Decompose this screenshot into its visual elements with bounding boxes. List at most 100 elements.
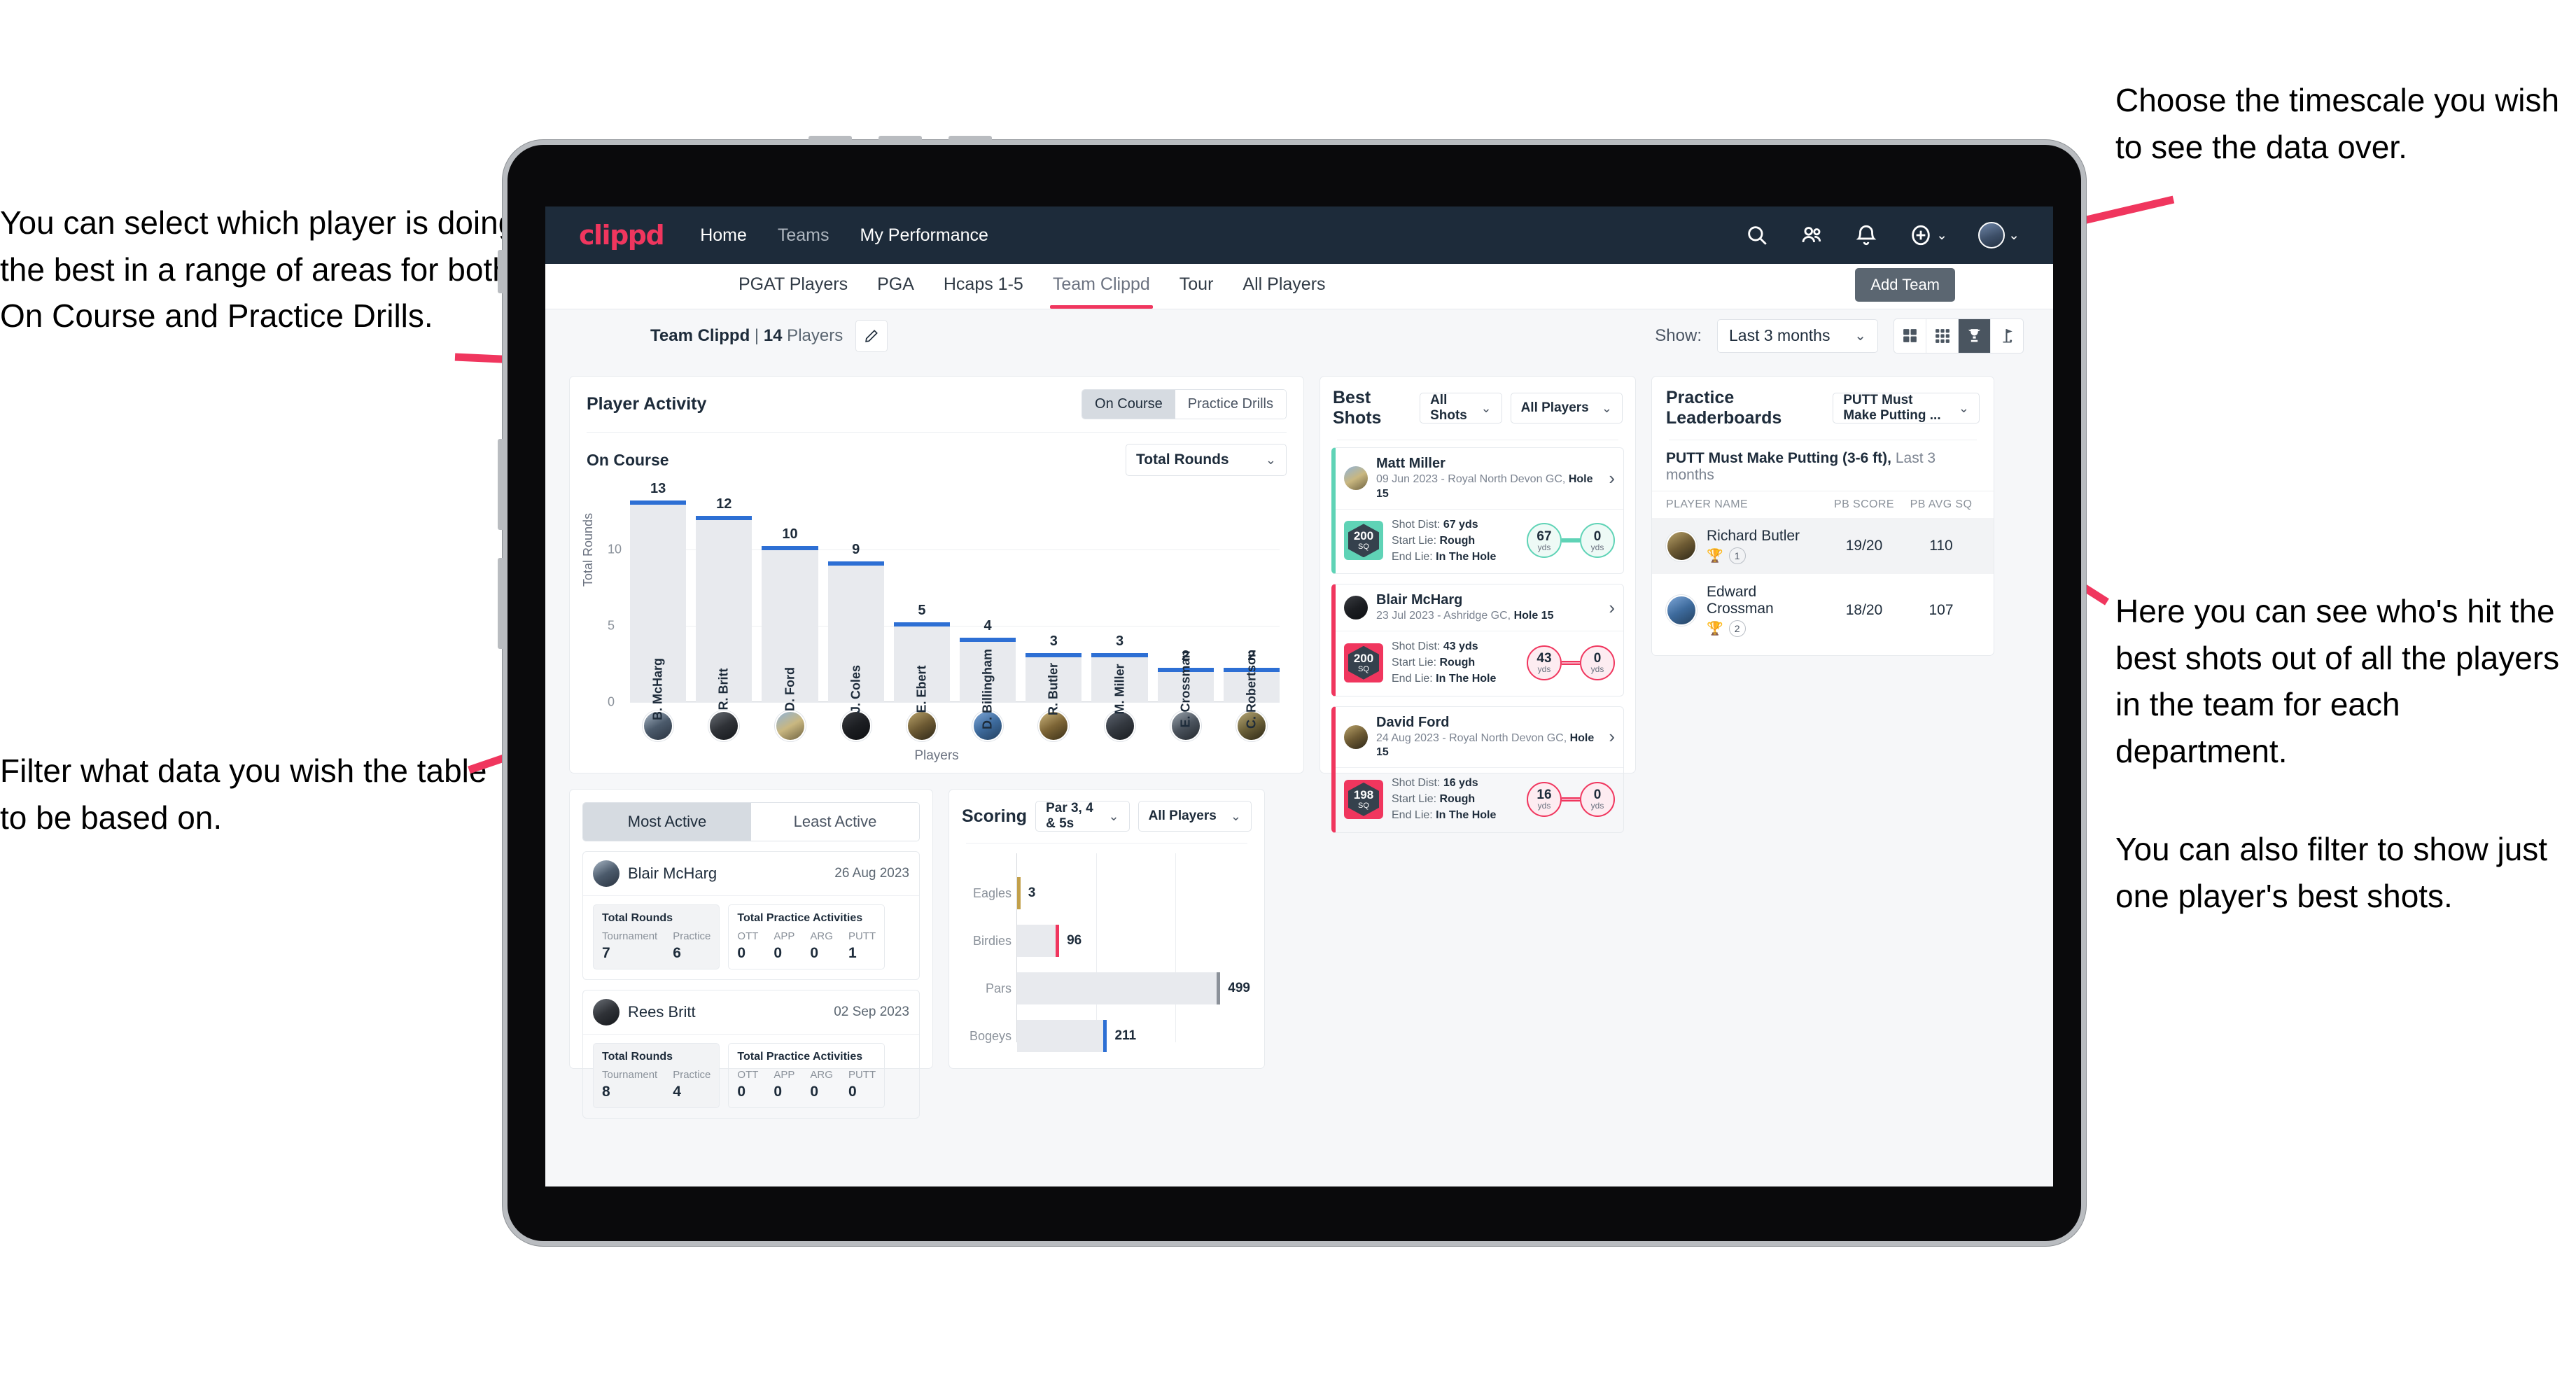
- end-distance: 0 yds: [1580, 645, 1615, 680]
- rounds-columns: Tournament 7 Practice 6: [602, 930, 710, 962]
- y-axis-tick: 0: [608, 694, 615, 709]
- avatar[interactable]: [708, 710, 740, 741]
- player-activity-chart: Total Rounds 0 5 10 13 B. McHarg 12 R. Britt 10…: [570, 481, 1303, 763]
- start-distance: 67 yds: [1527, 523, 1562, 559]
- table-row[interactable]: Richard Butler 🏆 1 19/20 110: [1652, 518, 1994, 574]
- bar-column[interactable]: 2 C. Robertson: [1223, 489, 1280, 729]
- rounds-columns: Tournament 8 Practice 4: [602, 1069, 710, 1100]
- avatar[interactable]: [906, 710, 937, 741]
- chevron-down-icon: ⌄: [1480, 400, 1492, 415]
- grid-3x3-icon[interactable]: [1926, 318, 1959, 353]
- practice-activities-box: Total Practice Activities OTT 0 APP 0 ARG 0 PUT…: [728, 1043, 886, 1108]
- chevron-down-icon: ⌄: [1230, 808, 1241, 823]
- tab-pgat-players[interactable]: PGAT Players: [738, 274, 848, 299]
- scoring-header: Scoring Par 3, 4 & 5s ⌄ All Players ⌄: [949, 790, 1264, 843]
- flag-icon[interactable]: [1991, 319, 2023, 353]
- scoring-card: Scoring Par 3, 4 & 5s ⌄ All Players ⌄ Ea…: [948, 789, 1265, 1069]
- par-select[interactable]: Par 3, 4 & 5s ⌄: [1035, 801, 1130, 832]
- plus-circle-icon[interactable]: [1909, 223, 1933, 247]
- chevron-down-icon[interactable]: ⌄: [1936, 227, 1947, 244]
- team-name: Team Clippd: [650, 326, 750, 345]
- bar-column[interactable]: 10 D. Ford: [762, 489, 818, 711]
- period-select[interactable]: Last 3 months ⌄: [1717, 318, 1878, 353]
- nav-link-teams[interactable]: Teams: [778, 225, 830, 246]
- trophy-icon[interactable]: [1959, 318, 1991, 353]
- avatar: [1666, 595, 1697, 626]
- activity-segment-toggle: On Course Practice Drills: [1082, 389, 1287, 419]
- chevron-right-icon[interactable]: ›: [1609, 597, 1615, 619]
- metric-select[interactable]: Total Rounds ⌄: [1126, 444, 1287, 476]
- subbar-right: Show: Last 3 months ⌄: [1655, 318, 2024, 354]
- segment-practice-drills[interactable]: Practice Drills: [1175, 390, 1286, 419]
- start-distance: 43 yds: [1527, 645, 1562, 680]
- scoring-value: 96: [1067, 933, 1082, 948]
- tab-all-players[interactable]: All Players: [1242, 274, 1325, 299]
- nav-link-my-performance[interactable]: My Performance: [860, 225, 988, 246]
- avatar-cell: [1091, 710, 1147, 741]
- bar-column[interactable]: 2 E. Crossman: [1157, 489, 1214, 728]
- best-shot-card[interactable]: Matt Miller 09 Jun 2023 - Royal North Dev…: [1331, 447, 1624, 575]
- scoring-bar: [1017, 925, 1060, 957]
- bar-column[interactable]: 4 D. Billingham: [960, 489, 1016, 729]
- nav-link-home[interactable]: Home: [700, 225, 747, 246]
- search-icon[interactable]: [1745, 223, 1769, 247]
- bar-column[interactable]: 5 E. Ebert: [893, 489, 951, 713]
- nav-right-actions: ⌄ ⌄: [1745, 222, 2019, 248]
- bar-column[interactable]: 12 R. Britt: [696, 489, 752, 710]
- best-shots-player-select[interactable]: All Players ⌄: [1510, 393, 1623, 424]
- start-distance-value: 16: [1536, 788, 1552, 803]
- bar-column[interactable]: 3 R. Butler: [1026, 489, 1082, 715]
- tab-hcaps-1-5[interactable]: Hcaps 1-5: [944, 274, 1023, 299]
- shot-type-select[interactable]: All Shots ⌄: [1420, 393, 1502, 424]
- practice-column-value: 0: [810, 945, 819, 961]
- best-shots-header: Best Shots All Shots ⌄ All Players ⌄: [1320, 377, 1635, 440]
- tab-least-active[interactable]: Least Active: [751, 803, 919, 841]
- people-icon[interactable]: [1800, 223, 1823, 247]
- best-shot-header: Matt Miller 09 Jun 2023 - Royal North Dev…: [1336, 448, 1623, 509]
- chevron-right-icon[interactable]: ›: [1609, 468, 1615, 489]
- activity-date: 02 Sep 2023: [834, 1004, 909, 1019]
- scoring-bar: [1017, 972, 1221, 1004]
- clippd-logo[interactable]: clippd: [579, 220, 665, 251]
- avatar[interactable]: [774, 710, 806, 741]
- activity-player-card[interactable]: Blair McHarg 26 Aug 2023 Total Rounds Tourn…: [582, 851, 920, 980]
- tablet-button: [878, 136, 922, 144]
- tab-pga[interactable]: PGA: [877, 274, 914, 299]
- practice-column-value: 1: [848, 945, 857, 961]
- practice-column-value: 0: [737, 1084, 746, 1100]
- main-nav-links: Home Teams My Performance: [700, 225, 988, 246]
- bar-column[interactable]: 3 M. Miller: [1091, 489, 1148, 715]
- scoring-title: Scoring: [962, 806, 1028, 826]
- view-mode-toggle: [1893, 318, 2024, 354]
- activity-player-card[interactable]: Rees Britt 02 Sep 2023 Total Rounds Tournam…: [582, 990, 920, 1119]
- scoring-row: Pars 499: [986, 972, 1250, 1004]
- y-axis-label: Total Rounds: [581, 512, 595, 587]
- scoring-value: 3: [1028, 886, 1036, 900]
- drill-select[interactable]: PUTT Must Make Putting ... ⌄: [1833, 393, 1980, 424]
- avatar[interactable]: [840, 710, 872, 741]
- best-shot-player-name: David Ford: [1376, 714, 1450, 730]
- bar-column[interactable]: 13 B. McHarg: [630, 481, 687, 720]
- avatar[interactable]: [1104, 710, 1135, 741]
- avatar[interactable]: [1978, 222, 2005, 248]
- chevron-right-icon[interactable]: ›: [1609, 726, 1615, 748]
- tab-team-clippd[interactable]: Team Clippd: [1049, 274, 1153, 309]
- best-shot-card[interactable]: David Ford 24 Aug 2023 - Royal North Devo…: [1331, 706, 1624, 833]
- rounds-column-label: Practice: [673, 930, 711, 942]
- bell-icon[interactable]: [1854, 223, 1878, 247]
- grid-2x2-icon[interactable]: [1894, 318, 1926, 353]
- rank-row: 🏆 2: [1707, 620, 1826, 637]
- bar: C. Robertson: [1223, 650, 1280, 729]
- rounds-column: Tournament 8: [602, 1069, 657, 1100]
- chevron-down-icon: ⌄: [1854, 328, 1866, 344]
- best-shot-card[interactable]: Blair McHarg 23 Jul 2023 - Ashridge GC, H…: [1331, 584, 1624, 696]
- chevron-down-icon[interactable]: ⌄: [2008, 227, 2019, 244]
- bar-column[interactable]: 9 J. Coles: [827, 489, 885, 713]
- tab-most-active[interactable]: Most Active: [583, 803, 751, 841]
- scoring-player-select[interactable]: All Players ⌄: [1138, 801, 1252, 832]
- tab-tour[interactable]: Tour: [1180, 274, 1214, 299]
- scoring-row: Birdies 96: [973, 925, 1250, 957]
- segment-on-course[interactable]: On Course: [1082, 390, 1175, 419]
- table-row[interactable]: Edward Crossman 🏆 2 18/20 107: [1652, 574, 1994, 647]
- pencil-icon[interactable]: [855, 319, 888, 352]
